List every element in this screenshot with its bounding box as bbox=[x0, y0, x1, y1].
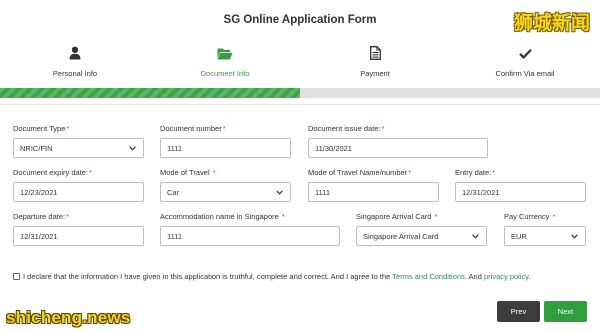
entry-date-input[interactable]: 12/31/2021 bbox=[455, 182, 586, 202]
document-icon bbox=[300, 44, 450, 62]
document-expiry-date-input[interactable]: 12/23/2021 bbox=[13, 182, 144, 202]
chevron-down-icon bbox=[470, 233, 480, 239]
mode-of-travel-label: Mode of Travel * bbox=[160, 168, 216, 177]
watermark-top: 狮城新闻 bbox=[513, 12, 590, 34]
step-label: Payment bbox=[360, 69, 390, 78]
document-expiry-date-label: Document expiry date:* bbox=[13, 168, 92, 177]
chevron-down-icon bbox=[127, 145, 137, 151]
accommodation-input[interactable]: 1111 bbox=[160, 226, 340, 246]
departure-date-label: Departure date:* bbox=[13, 212, 70, 221]
chevron-down-icon bbox=[274, 189, 284, 195]
document-issue-date-input[interactable]: 11/30/2021 bbox=[308, 138, 488, 158]
progress-bar bbox=[0, 88, 600, 98]
document-type-label: Document Type* bbox=[13, 124, 70, 133]
watermark-bottom: shicheng.news bbox=[6, 308, 131, 327]
entry-date-label: Entry date:* bbox=[455, 168, 496, 177]
step-label: Personal Info bbox=[52, 69, 98, 78]
declaration-text-middle: . And bbox=[464, 272, 482, 281]
mode-of-travel-name-input[interactable]: 1111 bbox=[308, 182, 439, 202]
pay-currency-label: Pay Currency * bbox=[504, 212, 556, 221]
declaration-text: I declare that the information I have gi… bbox=[23, 272, 391, 281]
document-issue-date-label: Document issue date:* bbox=[308, 124, 385, 133]
accommodation-label: Accommodation name in Singapore * bbox=[160, 212, 285, 221]
privacy-policy-link[interactable]: privacy policy bbox=[484, 272, 528, 281]
user-icon bbox=[0, 44, 150, 62]
pay-currency-select[interactable]: EUR bbox=[504, 226, 586, 246]
step-label: Document Info bbox=[200, 69, 250, 78]
step-personal-info[interactable]: Personal Info bbox=[0, 44, 150, 78]
step-label: Confirm Via email bbox=[495, 69, 555, 78]
step-confirm-email[interactable]: Confirm Via email bbox=[450, 44, 600, 78]
document-number-label: Document number* bbox=[160, 124, 226, 133]
progress-bar-fill bbox=[0, 88, 300, 98]
divider bbox=[0, 104, 600, 105]
declaration: I declare that the information I have gi… bbox=[13, 271, 588, 282]
declaration-checkbox[interactable] bbox=[13, 273, 20, 280]
arrival-card-label: Singapore Arrival Card * bbox=[356, 212, 438, 221]
document-type-select[interactable]: NRIC/FIN bbox=[13, 138, 144, 158]
document-number-input[interactable]: 1111 bbox=[160, 138, 291, 158]
step-payment[interactable]: Payment bbox=[300, 44, 450, 78]
chevron-down-icon bbox=[569, 233, 579, 239]
departure-date-input[interactable]: 12/31/2021 bbox=[13, 226, 144, 246]
arrival-card-select[interactable]: Singapore Arrival Card bbox=[356, 226, 487, 246]
declaration-text-end: . bbox=[528, 272, 531, 281]
check-icon bbox=[450, 44, 600, 62]
next-button[interactable]: Next bbox=[544, 301, 587, 322]
folder-open-icon bbox=[150, 44, 300, 62]
prev-button[interactable]: Prev bbox=[497, 301, 540, 322]
page-title: SG Online Application Form bbox=[223, 14, 377, 26]
terms-link[interactable]: Terms and Conditions bbox=[392, 272, 465, 281]
step-indicator: Personal Info Document Info Payment Conf… bbox=[0, 44, 600, 84]
mode-of-travel-name-label: Mode of Travel Name/number* bbox=[308, 168, 412, 177]
step-document-info[interactable]: Document Info bbox=[150, 44, 300, 78]
mode-of-travel-select[interactable]: Car bbox=[160, 182, 291, 202]
